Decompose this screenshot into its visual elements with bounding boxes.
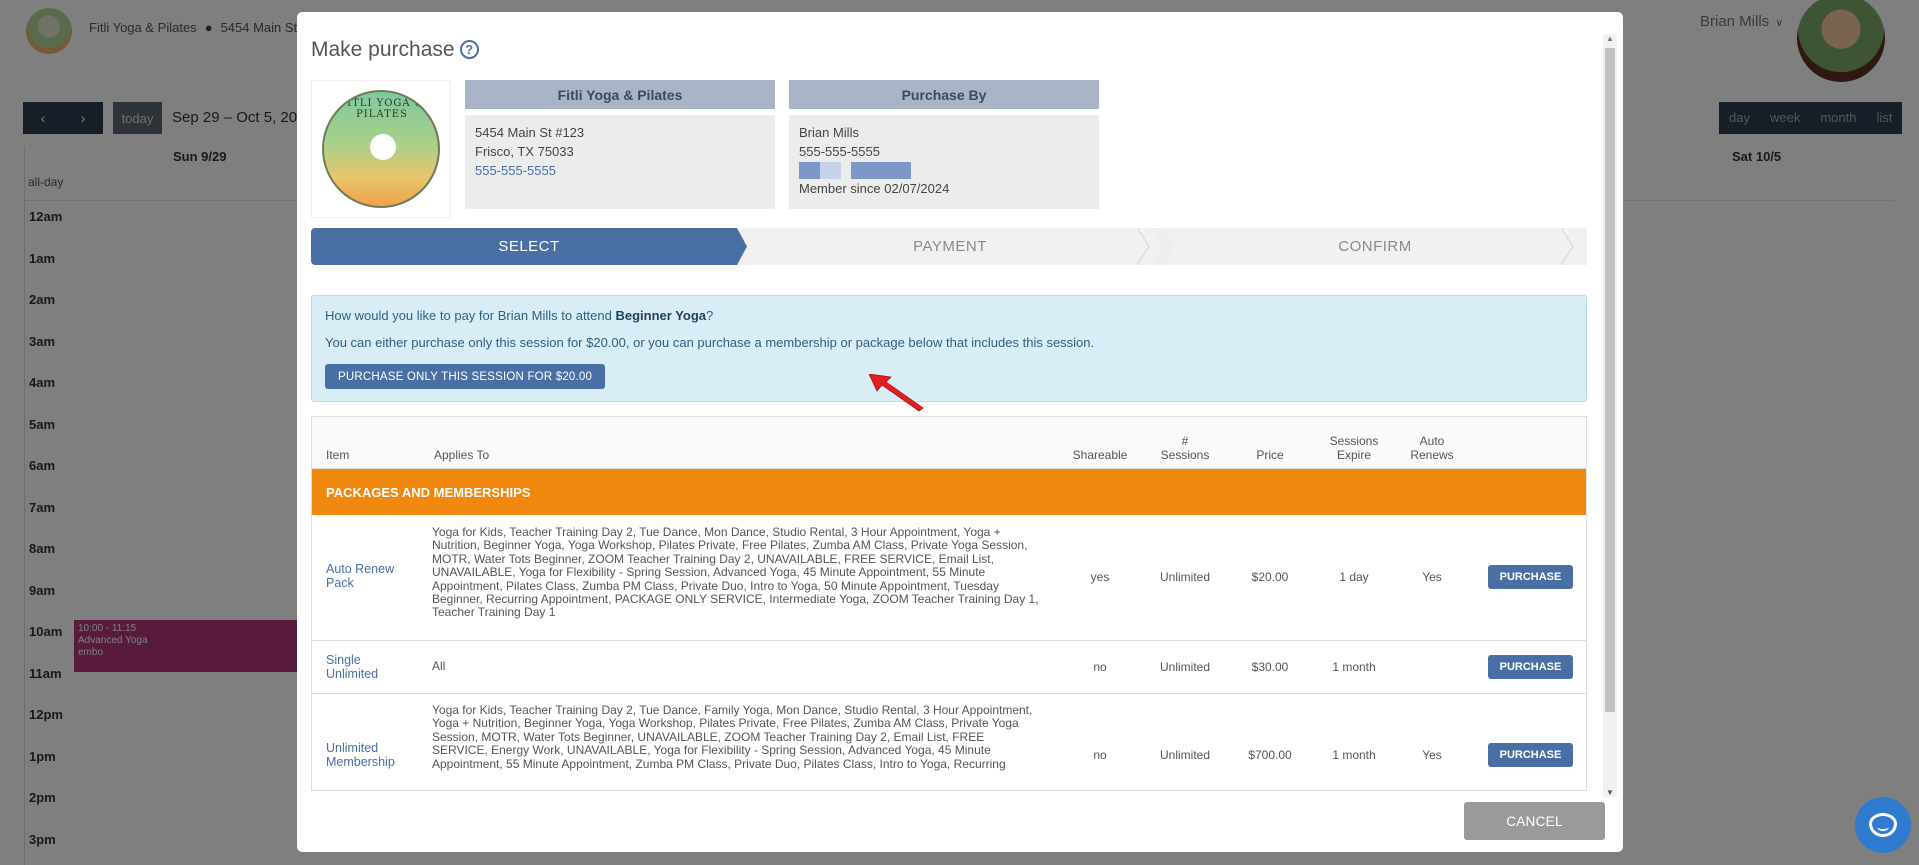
purchaser-info-heading: Purchase By xyxy=(789,80,1099,109)
price: $20.00 xyxy=(1251,570,1289,584)
auto-renews: Yes xyxy=(1422,748,1442,762)
header-auto-1: Auto xyxy=(1419,434,1445,448)
applies-to: Yoga for Kids, Teacher Training Day 2, T… xyxy=(432,703,1033,771)
chat-icon xyxy=(1869,813,1897,837)
studio-info-heading: Fitli Yoga & Pilates xyxy=(465,80,775,109)
studio-logo: FITLI YOGA & PILATES xyxy=(311,80,451,218)
redacted-email xyxy=(799,162,1089,179)
header-expire-1: Sessions xyxy=(1329,434,1379,448)
purchase-button[interactable]: PURCHASE xyxy=(1488,743,1573,767)
modal-title: Make purchase? xyxy=(311,38,479,62)
step-divider xyxy=(1137,228,1150,265)
studio-address-line2: Frisco, TX 75033 xyxy=(475,144,574,159)
step-confirm: CONFIRM xyxy=(1163,228,1587,265)
sessions: Unlimited xyxy=(1159,748,1210,762)
table-row: Single Unlimited All no Unlimited $30.00… xyxy=(312,641,1586,694)
shareable: no xyxy=(1093,748,1107,762)
studio-phone-link[interactable]: 555-555-5555 xyxy=(475,161,765,180)
redaction-block xyxy=(851,162,911,179)
packages-table: Item Applies To Shareable # Sessions Pric… xyxy=(311,416,1587,791)
modal-title-text: Make purchase xyxy=(311,38,455,61)
studio-info-card: Fitli Yoga & Pilates 5454 Main St #123 F… xyxy=(465,80,775,209)
purchaser-info-card: Purchase By Brian Mills 555-555-5555 Mem… xyxy=(789,80,1099,209)
header-sessions-hash: # xyxy=(1181,434,1189,448)
purchase-session-button[interactable]: PURCHASE ONLY THIS SESSION FOR $20.00 xyxy=(325,364,606,389)
scroll-down-icon[interactable]: ▼ xyxy=(1606,788,1614,797)
header-sessions: # Sessions xyxy=(1145,434,1225,462)
header-shareable: Shareable xyxy=(1072,448,1128,462)
purchase-button[interactable]: PURCHASE xyxy=(1488,655,1573,679)
header-auto-2: Renews xyxy=(1410,448,1454,462)
scroll-thumb[interactable] xyxy=(1605,48,1615,712)
item-name-link[interactable]: Single Unlimited xyxy=(326,653,416,681)
item-name-link[interactable]: Unlimited Membership xyxy=(326,741,416,769)
step-payment: PAYMENT xyxy=(737,228,1163,265)
header-expire-2: Expire xyxy=(1336,448,1371,462)
header-item: Item xyxy=(326,448,350,462)
chat-launcher[interactable] xyxy=(1855,797,1911,853)
auto-renews: Yes xyxy=(1422,570,1442,584)
header-price: Price xyxy=(1256,448,1284,462)
table-header: Item Applies To Shareable # Sessions Pric… xyxy=(312,417,1586,469)
logo-text: FITLI YOGA & PILATES xyxy=(339,98,425,120)
expire: 1 month xyxy=(1332,748,1376,762)
make-purchase-modal: Make purchase? ▲ ▼ FITLI YOGA & PILATES … xyxy=(297,12,1623,852)
header-expire: Sessions Expire xyxy=(1314,434,1394,462)
modal-scrollbar[interactable]: ▲ ▼ xyxy=(1603,34,1617,797)
cancel-button[interactable]: CANCEL xyxy=(1464,802,1605,840)
payment-options-alert: How would you like to pay for Brian Mill… xyxy=(311,295,1587,402)
purchaser-phone: 555-555-5555 xyxy=(799,144,880,159)
item-name-link[interactable]: Auto Renew Pack xyxy=(326,562,416,590)
meditation-figure-icon xyxy=(370,134,396,160)
redaction-block xyxy=(799,162,841,179)
price: $30.00 xyxy=(1251,660,1289,674)
expire: 1 day xyxy=(1339,570,1369,584)
studio-info-body: 5454 Main St #123 Frisco, TX 75033 555-5… xyxy=(465,115,775,209)
purchase-button[interactable]: PURCHASE xyxy=(1488,565,1573,589)
studio-logo-circle: FITLI YOGA & PILATES xyxy=(322,90,440,208)
header-applies-to: Applies To xyxy=(434,448,490,462)
applies-to: Yoga for Kids, Teacher Training Day 2, T… xyxy=(432,525,1039,620)
purchaser-info-body: Brian Mills 555-555-5555 Member since 02… xyxy=(789,115,1099,209)
arrow-annotation xyxy=(869,374,924,412)
applies-to: All xyxy=(432,659,446,673)
alert-class-name: Beginner Yoga xyxy=(615,308,707,323)
header-auto-renews: Auto Renews xyxy=(1392,434,1472,462)
scroll-up-icon[interactable]: ▲ xyxy=(1606,34,1614,43)
shareable: no xyxy=(1093,660,1107,674)
sessions: Unlimited xyxy=(1159,660,1210,674)
alert-explanation: You can either purchase only this sessio… xyxy=(325,335,1095,350)
table-row: Unlimited Membership Yoga for Kids, Teac… xyxy=(312,694,1586,790)
checkout-steps: CONFIRM PAYMENT SELECT xyxy=(311,228,1587,265)
help-icon[interactable]: ? xyxy=(459,40,479,59)
price: $700.00 xyxy=(1248,748,1292,762)
header-sessions-label: Sessions xyxy=(1160,448,1210,462)
expire: 1 month xyxy=(1332,660,1376,674)
alert-question-prefix: How would you like to pay for Brian Mill… xyxy=(325,308,616,323)
sessions: Unlimited xyxy=(1159,570,1210,584)
alert-question: How would you like to pay for Brian Mill… xyxy=(325,308,713,323)
table-row: Auto Renew Pack Yoga for Kids, Teacher T… xyxy=(312,515,1586,641)
member-since: Member since 02/07/2024 xyxy=(799,181,950,196)
step-select: SELECT xyxy=(311,228,747,265)
shareable: yes xyxy=(1090,570,1110,584)
alert-question-suffix: ? xyxy=(706,308,714,323)
purchaser-name: Brian Mills xyxy=(799,125,859,140)
section-packages: PACKAGES AND MEMBERSHIPS xyxy=(312,469,1586,515)
studio-address-line1: 5454 Main St #123 xyxy=(475,125,585,140)
step-divider xyxy=(1561,228,1574,265)
